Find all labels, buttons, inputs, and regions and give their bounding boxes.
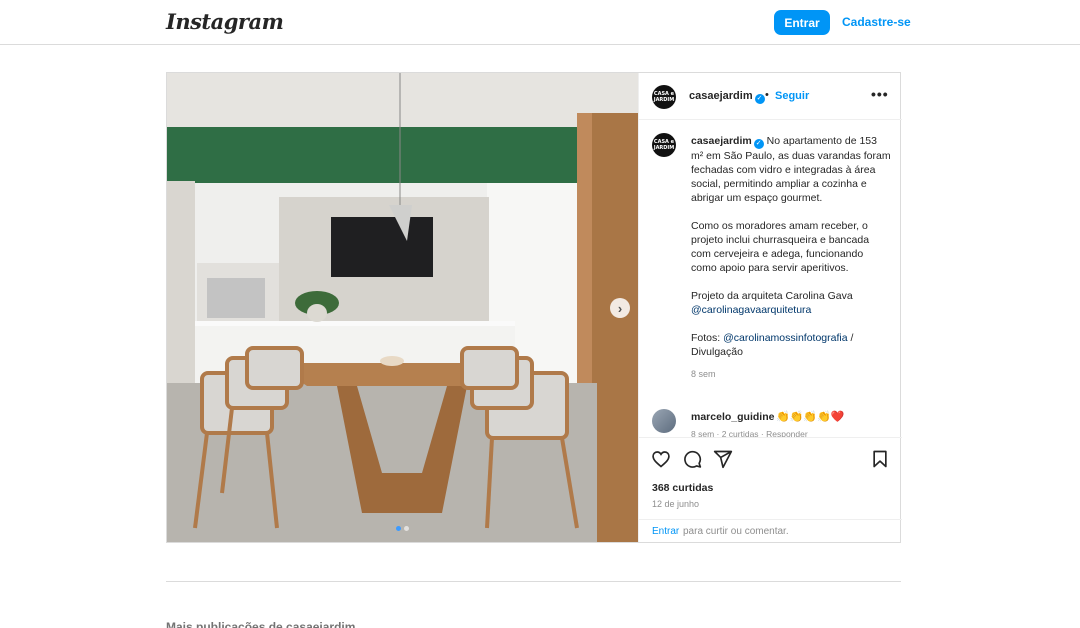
architect-mention-link[interactable]: @carolinagavaarquitetura xyxy=(691,304,811,316)
commenter-avatar[interactable] xyxy=(652,409,676,433)
post-actions: 368 curtidas 12 de junho xyxy=(639,437,902,519)
comment-text: 👏👏👏👏❤️ xyxy=(776,411,845,423)
carousel-next-button[interactable]: › xyxy=(610,298,630,318)
caption-username[interactable]: casaejardim xyxy=(691,135,752,147)
caption-author-avatar[interactable]: CASA e JARDIM xyxy=(652,133,676,157)
caption-time: 8 sem xyxy=(691,369,716,379)
more-posts-heading: Mais publicações de casaejardim xyxy=(166,620,356,628)
instagram-logo[interactable]: Instagram xyxy=(166,9,284,34)
login-button[interactable]: Entrar xyxy=(774,10,830,35)
login-prompt-link[interactable]: Entrar xyxy=(652,526,679,537)
post-media[interactable]: › xyxy=(167,73,638,542)
comment-meta: 8 sem · 2 curtidas · Responder xyxy=(691,429,808,437)
post-photo xyxy=(167,73,638,542)
author-username-text: casaejardim xyxy=(689,90,753,102)
comment-icon[interactable] xyxy=(682,449,702,469)
section-divider xyxy=(166,581,901,582)
likes-count[interactable]: 368 curtidas xyxy=(652,482,713,494)
photo-credit-text: Fotos: xyxy=(691,332,724,344)
post-date: 12 de junho xyxy=(652,499,700,509)
post-header: CASA e JARDIM casaejardim ✓ • Seguir ••• xyxy=(639,73,902,120)
top-navigation-bar: Instagram Entrar Cadastre-se xyxy=(0,0,1080,45)
follow-button[interactable]: Seguir xyxy=(775,90,809,102)
comments-section[interactable]: CASA e JARDIM casaejardim ✓ No apartament… xyxy=(639,121,902,437)
author-username[interactable]: casaejardim ✓ xyxy=(689,90,765,104)
post-card: › CASA e JARDIM casaejardim ✓ • Seguir ••… xyxy=(166,72,902,543)
share-icon[interactable] xyxy=(713,449,733,469)
header-separator: • xyxy=(765,89,769,101)
chevron-right-icon: › xyxy=(617,300,623,316)
author-avatar[interactable]: CASA e JARDIM xyxy=(652,85,676,109)
carousel-indicator xyxy=(396,526,409,531)
login-prompt-text: para curtir ou comentar. xyxy=(683,526,789,537)
verified-badge-icon: ✓ xyxy=(753,139,764,149)
carousel-dot-active xyxy=(396,526,401,531)
more-options-icon[interactable]: ••• xyxy=(871,86,889,102)
heart-icon[interactable] xyxy=(651,449,671,469)
signup-link[interactable]: Cadastre-se xyxy=(842,15,911,29)
login-prompt: Entrar para curtir ou comentar. xyxy=(639,519,902,542)
post-caption: casaejardim ✓ No apartamento de 153 m² em… xyxy=(691,134,891,381)
bookmark-icon[interactable] xyxy=(870,449,890,469)
caption-credit-text: Projeto da arquiteta Carolina Gava xyxy=(691,290,853,302)
post-sidebar: CASA e JARDIM casaejardim ✓ • Seguir ••• … xyxy=(638,73,902,542)
verified-badge-icon: ✓ xyxy=(754,94,765,104)
carousel-dot xyxy=(404,526,409,531)
photographer-mention-link[interactable]: @carolinamossinfotografia xyxy=(723,332,847,344)
comment-username[interactable]: marcelo_guidine xyxy=(691,411,774,423)
caption-paragraph-2: Como os moradores amam receber, o projet… xyxy=(691,220,870,274)
